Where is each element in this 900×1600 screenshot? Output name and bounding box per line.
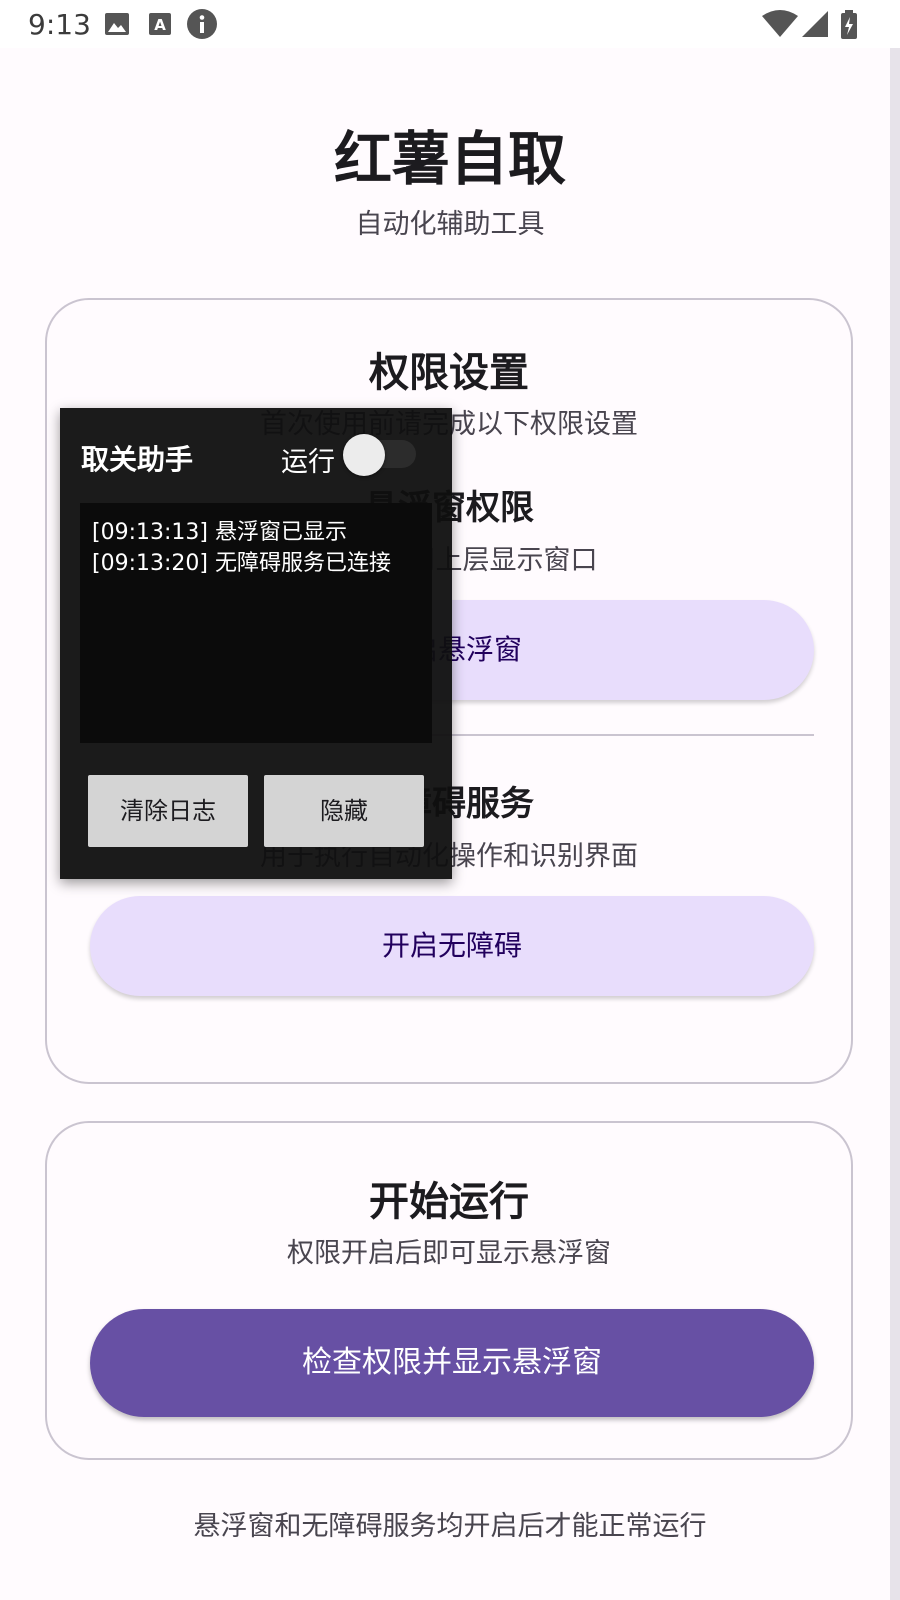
app-subtitle: 自动化辅助工具 [355,209,545,240]
run-card-title: 开始运行 [369,1179,529,1225]
text-a-icon: A [149,13,171,35]
run-card: 开始运行 权限开启后即可显示悬浮窗 检查权限并显示悬浮窗 [45,1121,853,1460]
svg-text:A: A [154,16,166,34]
run-switch-thumb[interactable] [343,434,385,476]
check-permission-show-overlay-button[interactable]: 检查权限并显示悬浮窗 [90,1309,814,1417]
app-title: 红薯自取 [333,125,566,193]
floating-window-title: 取关助手 [81,443,194,476]
scrollbar[interactable] [890,48,900,1600]
run-label: 运行 [281,447,335,478]
run-card-description: 权限开启后即可显示悬浮窗 [287,1238,611,1269]
image-icon [105,13,129,35]
enable-accessibility-button[interactable]: 开启无障碍 [90,896,814,996]
wifi-icon [762,10,798,37]
log-line: [09:13:13] 悬浮窗已显示 [92,520,347,545]
cell-signal-icon [802,11,828,37]
status-time: 9:13 [28,8,91,41]
battery-icon [841,10,857,39]
status-bar: 9:13 A [0,0,900,48]
info-icon [187,9,217,39]
log-line: [09:13:20] 无障碍服务已连接 [92,551,391,576]
footer-note: 悬浮窗和无障碍服务均开启后才能正常运行 [193,1511,707,1542]
log-panel[interactable]: [09:13:13] 悬浮窗已显示 [09:13:20] 无障碍服务已连接 [80,503,432,743]
permission-card-title: 权限设置 [369,350,529,396]
floating-window[interactable]: 取关助手 运行 [09:13:13] 悬浮窗已显示 [09:13:20] 无障碍… [60,408,452,879]
hide-button[interactable]: 隐藏 [264,775,424,847]
clear-log-button[interactable]: 清除日志 [88,775,248,847]
